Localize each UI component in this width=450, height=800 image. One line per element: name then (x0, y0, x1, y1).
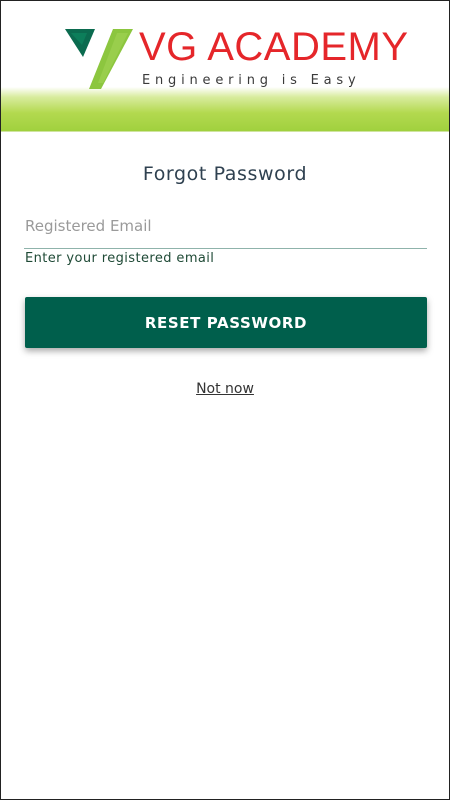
not-now-container: Not now (1, 378, 449, 397)
forgot-password-screen: VG ACADEMY Engineering is Easy Forgot Pa… (0, 0, 450, 800)
not-now-link[interactable]: Not now (196, 381, 254, 397)
registered-email-input[interactable] (24, 209, 427, 249)
email-hint-text: Enter your registered email (25, 251, 215, 266)
reset-password-button[interactable]: RESET PASSWORD (25, 297, 427, 348)
brand-tagline: Engineering is Easy (142, 73, 361, 88)
header-banner: VG ACADEMY Engineering is Easy (1, 1, 449, 132)
page-title: Forgot Password (142, 163, 308, 185)
brand-name: VG ACADEMY (139, 25, 409, 69)
vg-logo-icon (65, 29, 133, 89)
